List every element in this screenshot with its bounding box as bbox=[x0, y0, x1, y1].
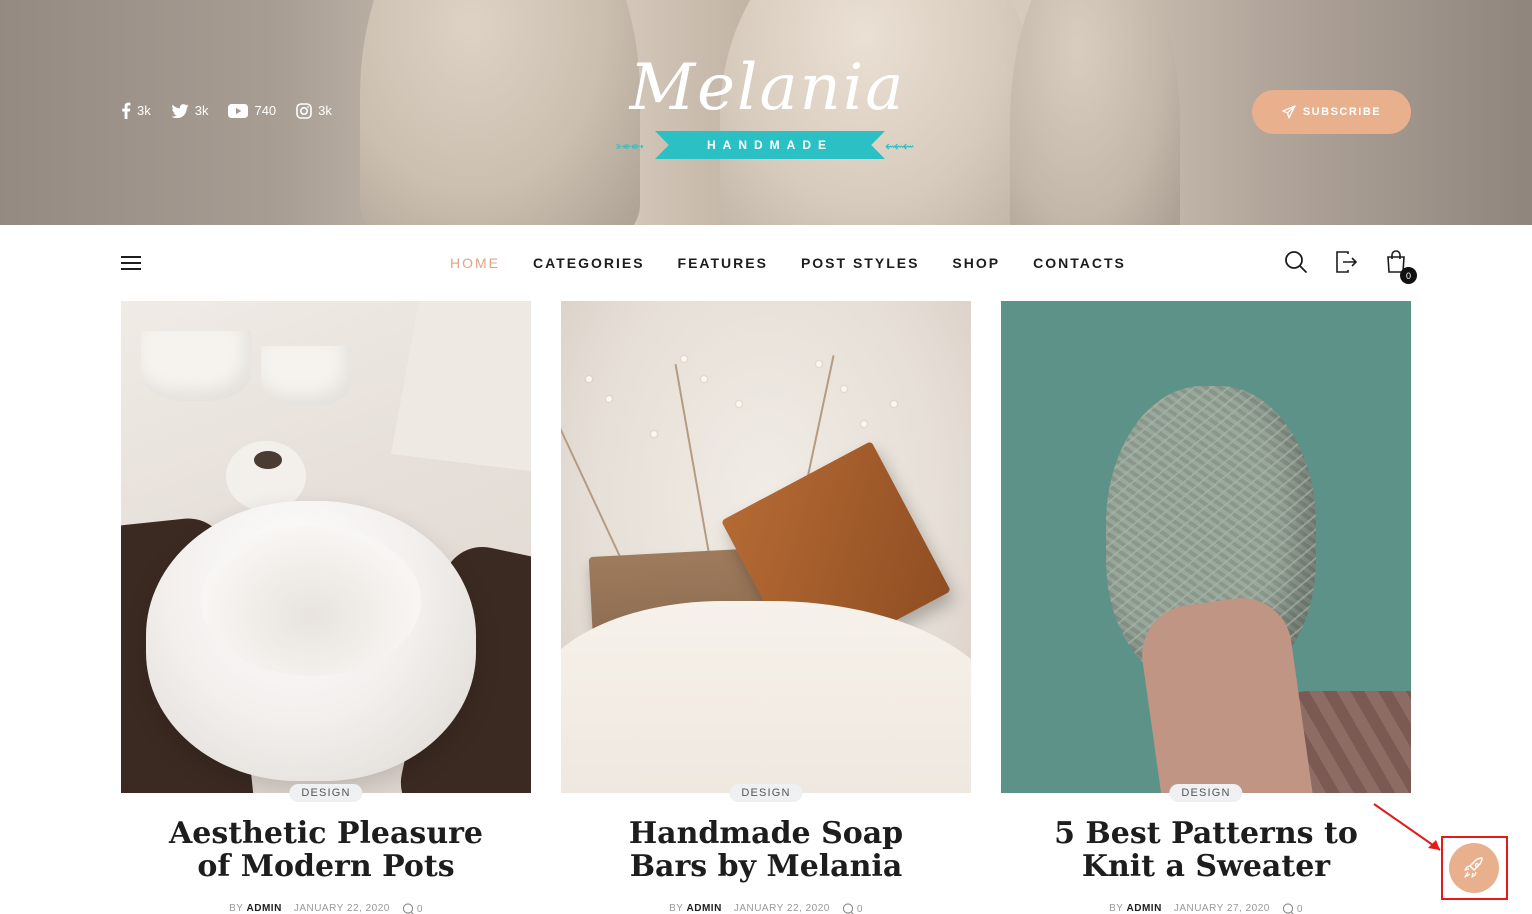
facebook-icon bbox=[122, 102, 131, 119]
post-image-pottery[interactable] bbox=[121, 301, 531, 793]
logo-ribbon-text: HANDMADE bbox=[707, 138, 833, 152]
logo-ribbon: HANDMADE bbox=[655, 131, 885, 159]
social-instagram-link[interactable]: 3k bbox=[296, 102, 332, 119]
main-menu: HOME CATEGORIES FEATURES POST STYLES SHO… bbox=[450, 255, 1126, 271]
post-meta: BY ADMIN JANUARY 22, 2020 0 bbox=[561, 903, 971, 914]
twitter-icon bbox=[171, 103, 189, 118]
nav-actions: 0 bbox=[1284, 250, 1417, 284]
comments-count: 0 bbox=[856, 903, 863, 914]
by-label: BY bbox=[669, 903, 684, 914]
post-author[interactable]: ADMIN bbox=[247, 903, 282, 914]
post-card: DESIGN Aesthetic Pleasure of Modern Pots… bbox=[121, 301, 531, 914]
youtube-count: 740 bbox=[254, 103, 277, 118]
nav-item-shop[interactable]: SHOP bbox=[952, 255, 1000, 271]
post-date[interactable]: JANUARY 22, 2020 bbox=[294, 903, 390, 914]
comments-count: 0 bbox=[1296, 903, 1303, 914]
social-links: 3k 3k 740 3k bbox=[121, 102, 332, 119]
comments-link[interactable]: 0 bbox=[842, 903, 863, 914]
arrow-decoration-icon: ➳➳➳ bbox=[615, 138, 644, 154]
twitter-count: 3k bbox=[194, 103, 209, 118]
social-facebook-link[interactable]: 3k bbox=[121, 102, 151, 119]
youtube-icon bbox=[228, 103, 249, 118]
post-grid: DESIGN Aesthetic Pleasure of Modern Pots… bbox=[121, 301, 1411, 914]
category-badge[interactable]: DESIGN bbox=[1169, 784, 1243, 802]
category-badge[interactable]: DESIGN bbox=[729, 784, 803, 802]
nav-item-home[interactable]: HOME bbox=[450, 255, 500, 271]
by-label: BY bbox=[229, 903, 244, 914]
search-icon[interactable] bbox=[1284, 250, 1308, 274]
post-meta: BY ADMIN JANUARY 22, 2020 0 bbox=[121, 903, 531, 914]
subscribe-button[interactable]: SUBSCRIBE bbox=[1252, 90, 1411, 134]
instagram-count: 3k bbox=[318, 103, 332, 118]
nav-item-categories[interactable]: CATEGORIES bbox=[533, 255, 645, 271]
arrow-decoration-icon: ⇜⇜⇜ bbox=[885, 138, 914, 154]
post-author[interactable]: ADMIN bbox=[687, 903, 722, 914]
facebook-count: 3k bbox=[137, 103, 151, 118]
cart-count-badge: 0 bbox=[1400, 267, 1417, 284]
comment-icon bbox=[1282, 903, 1294, 914]
post-date[interactable]: JANUARY 22, 2020 bbox=[734, 903, 830, 914]
nav-item-features[interactable]: FEATURES bbox=[678, 255, 768, 271]
hamburger-menu-icon[interactable] bbox=[121, 256, 141, 270]
rocket-launcher-button[interactable] bbox=[1449, 843, 1499, 893]
post-image-soap[interactable] bbox=[561, 301, 971, 793]
annotation-arrow bbox=[1373, 803, 1441, 851]
instagram-icon bbox=[296, 102, 312, 119]
post-image-yarn[interactable] bbox=[1001, 301, 1411, 793]
subscribe-label: SUBSCRIBE bbox=[1302, 106, 1382, 118]
comment-icon bbox=[402, 903, 414, 914]
comment-icon bbox=[842, 903, 854, 914]
site-logo[interactable]: Melania ➳➳➳ HANDMADE ⇜⇜⇜ bbox=[585, 52, 950, 167]
by-label: BY bbox=[1109, 903, 1124, 914]
rocket-icon bbox=[1464, 857, 1483, 878]
post-card: DESIGN 5 Best Patterns to Knit a Sweater… bbox=[1001, 301, 1411, 914]
main-navbar: HOME CATEGORIES FEATURES POST STYLES SHO… bbox=[0, 225, 1532, 301]
post-date[interactable]: JANUARY 27, 2020 bbox=[1174, 903, 1270, 914]
post-title[interactable]: Handmade Soap Bars by Melania bbox=[561, 817, 971, 883]
paper-plane-icon bbox=[1282, 105, 1296, 119]
login-icon[interactable] bbox=[1334, 250, 1358, 274]
post-card: DESIGN Handmade Soap Bars by Melania BY … bbox=[561, 301, 971, 914]
logo-script-text: Melania bbox=[629, 51, 906, 125]
post-title[interactable]: Aesthetic Pleasure of Modern Pots bbox=[121, 817, 531, 883]
nav-item-contacts[interactable]: CONTACTS bbox=[1033, 255, 1126, 271]
comments-link[interactable]: 0 bbox=[1282, 903, 1303, 914]
nav-item-post-styles[interactable]: POST STYLES bbox=[801, 255, 919, 271]
social-youtube-link[interactable]: 740 bbox=[228, 103, 276, 118]
comments-count: 0 bbox=[416, 903, 423, 914]
category-badge[interactable]: DESIGN bbox=[289, 784, 363, 802]
post-title[interactable]: 5 Best Patterns to Knit a Sweater bbox=[1001, 817, 1411, 883]
comments-link[interactable]: 0 bbox=[402, 903, 423, 914]
cart-icon[interactable]: 0 bbox=[1384, 250, 1417, 284]
hero-vase-image bbox=[1010, 0, 1180, 225]
hero-banner: 3k 3k 740 3k Melania ➳➳➳ HANDMADE ⇜⇜⇜ SU… bbox=[0, 0, 1532, 225]
post-author[interactable]: ADMIN bbox=[1127, 903, 1162, 914]
social-twitter-link[interactable]: 3k bbox=[171, 103, 209, 118]
post-meta: BY ADMIN JANUARY 27, 2020 0 bbox=[1001, 903, 1411, 914]
